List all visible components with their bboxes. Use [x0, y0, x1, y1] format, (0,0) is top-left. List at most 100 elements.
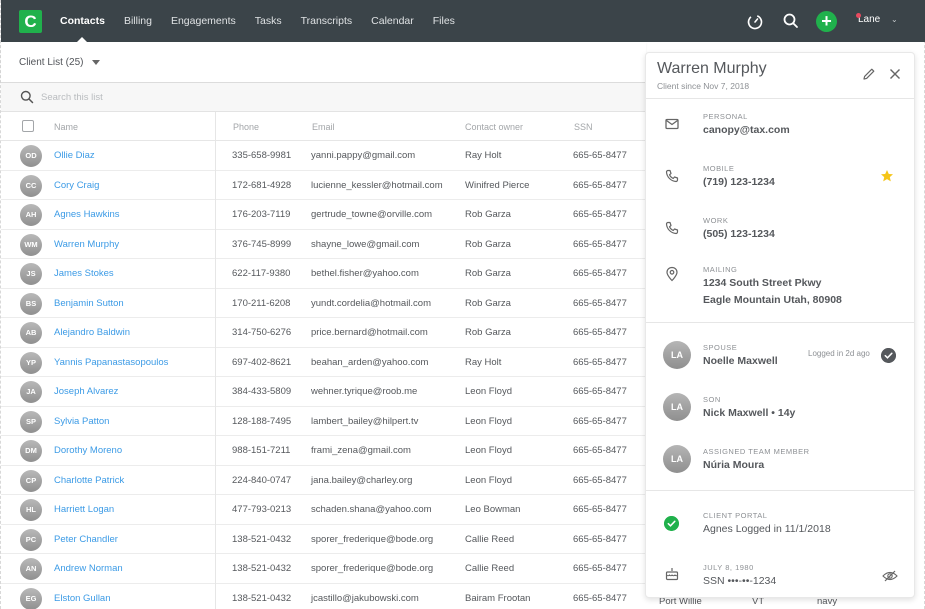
table-row[interactable]: CC Cory Craig 172-681-4928 lucienne_kessler…: [1, 171, 646, 200]
client-name-link[interactable]: James Stokes: [54, 268, 114, 279]
cell-phone: 128-188-7495: [232, 415, 292, 427]
top-navigation: C Contacts Billing Engagements Tasks Transcr…: [1, 0, 925, 42]
table-row[interactable]: EG Elston Gullan 138-521-0432 jcastillo@jak…: [1, 584, 646, 609]
column-header-phone[interactable]: Phone: [233, 122, 259, 132]
nav-tab-billing[interactable]: Billing: [124, 0, 152, 42]
avatar: OD: [20, 145, 42, 167]
table-row[interactable]: CP Charlotte Patrick 224-840-0747 jana.bail…: [1, 466, 646, 495]
avatar: WM: [20, 233, 42, 256]
cell-phone: 384-433-5809: [232, 386, 292, 397]
avatar: JA: [20, 381, 42, 403]
select-all-checkbox[interactable]: [22, 120, 34, 132]
cell-email: lambert_bailey@hilpert.tv: [311, 415, 419, 427]
pencil-icon[interactable]: [862, 67, 876, 81]
panel-header: Warren Murphy Client since Nov 7, 2018: [646, 53, 914, 99]
list-header: Client List (25): [1, 42, 646, 83]
cell-ssn: 665-65-8477: [573, 533, 627, 545]
client-name-link[interactable]: Alejandro Baldwin: [54, 327, 130, 338]
client-name-link[interactable]: Dorothy Moreno: [54, 445, 122, 456]
cell-contact-owner: Bairam Frootan: [465, 592, 531, 604]
client-name-link[interactable]: Peter Chandler: [54, 534, 118, 545]
nav-tab-tasks[interactable]: Tasks: [255, 0, 282, 42]
avatar: AN: [20, 558, 42, 580]
table-row[interactable]: YP Yannis Papanastasopoulos 697-402-8621 be…: [1, 348, 646, 377]
table-row[interactable]: JA Joseph Alvarez 384-433-5809 wehner.tyriq…: [1, 377, 646, 407]
cell-ssn: 665-65-8477: [573, 563, 627, 574]
avatar: HL: [20, 499, 42, 521]
cell-contact-owner: Leon Floyd: [465, 445, 513, 456]
star-icon[interactable]: [880, 169, 894, 183]
contact-info-section: PERSONAL canopy@tax.com MOBILE (719) 123…: [646, 99, 914, 323]
table-row[interactable]: AB Alejandro Baldwin 314-750-6276 price.ber…: [1, 318, 646, 348]
avatar: LA: [663, 393, 691, 421]
client-list-dropdown[interactable]: Client List (25): [19, 57, 101, 68]
client-name-link[interactable]: Warren Murphy: [54, 239, 119, 250]
cell-contact-owner: Leon Floyd: [465, 474, 513, 486]
user-name: Lane: [858, 14, 881, 25]
nav-tab-files[interactable]: Files: [433, 0, 455, 42]
cell-phone: 314-750-6276: [232, 327, 292, 338]
plus-icon: +: [821, 11, 832, 31]
client-name-link[interactable]: Yannis Papanastasopoulos: [54, 357, 168, 368]
cell-email: price.bernard@hotmail.com: [311, 327, 428, 338]
client-since: Client since Nov 7, 2018: [657, 81, 750, 91]
client-name-link[interactable]: Ollie Diaz: [54, 150, 95, 161]
client-name-link[interactable]: Sylvia Patton: [54, 416, 109, 427]
user-menu[interactable]: Lane ⌄: [856, 13, 898, 25]
table-row[interactable]: PC Peter Chandler 138-521-0432 sporer_frede…: [1, 525, 646, 554]
cell-ssn: 665-65-8477: [573, 445, 627, 456]
client-name-link[interactable]: Harriett Logan: [54, 504, 114, 515]
client-name-link[interactable]: Andrew Norman: [54, 563, 123, 574]
table-row[interactable]: WM Warren Murphy 376-745-8999 shayne_lowe@g…: [1, 230, 646, 259]
cell-phone: 138-521-0432: [232, 533, 292, 545]
cell-contact-owner: Rob Garza: [465, 297, 511, 309]
cell-contact-owner: Rob Garza: [465, 327, 511, 338]
client-name-link[interactable]: Charlotte Patrick: [54, 475, 124, 486]
table-row[interactable]: AH Agnes Hawkins 176-203-7119 gertrude_town…: [1, 200, 646, 230]
stopwatch-icon[interactable]: [746, 12, 764, 30]
cell-phone: 477-793-0213: [232, 504, 292, 515]
search-input[interactable]: [41, 89, 441, 106]
client-name-link[interactable]: Benjamin Sutton: [54, 298, 124, 309]
table-row[interactable]: HL Harriett Logan 477-793-0213 schaden.shan…: [1, 495, 646, 525]
nav-tab-contacts[interactable]: Contacts: [60, 0, 105, 42]
table-row[interactable]: BS Benjamin Sutton 170-211-6208 yundt.corde…: [1, 289, 646, 318]
cell-ssn: 665-65-8477: [573, 327, 627, 338]
table-row[interactable]: OD Ollie Diaz 335-658-9981 yanni.pappy@gmai…: [1, 141, 646, 171]
cell-phone: 176-203-7119: [232, 209, 291, 220]
column-header-email[interactable]: Email: [312, 122, 335, 132]
nav-tab-calendar[interactable]: Calendar: [371, 0, 414, 42]
cell-contact-owner: Rob Garza: [465, 209, 511, 220]
column-header-owner[interactable]: Contact owner: [465, 122, 523, 132]
close-icon[interactable]: [888, 67, 902, 81]
nav-tab-transcripts[interactable]: Transcripts: [301, 0, 353, 42]
add-button[interactable]: +: [816, 11, 837, 32]
column-header-ssn[interactable]: SSN: [574, 122, 593, 132]
envelope-icon: [665, 118, 679, 130]
cell-ssn: 665-65-8477: [573, 386, 627, 397]
table-row[interactable]: SP Sylvia Patton 128-188-7495 lambert_baile…: [1, 407, 646, 436]
eye-slash-icon[interactable]: [882, 570, 898, 582]
client-name-link[interactable]: Agnes Hawkins: [54, 209, 119, 220]
app-logo[interactable]: C: [19, 10, 42, 33]
client-name-link[interactable]: Cory Craig: [54, 180, 99, 191]
cell-email: gertrude_towne@orville.com: [311, 209, 433, 220]
cell-ssn: 665-65-8477: [573, 415, 627, 427]
cell-contact-owner: Ray Holt: [465, 150, 502, 161]
table-row[interactable]: DM Dorothy Moreno 988-151-7211 frami_zena@g…: [1, 436, 646, 466]
table-row[interactable]: JS James Stokes 622-117-9380 bethel.fisher@…: [1, 259, 646, 289]
nav-tab-engagements[interactable]: Engagements: [171, 0, 236, 42]
column-divider: [215, 112, 216, 609]
cell-email: frami_zena@gmail.com: [311, 445, 411, 456]
cell-phone: 170-211-6208: [232, 297, 291, 309]
client-name-link[interactable]: Elston Gullan: [54, 593, 111, 604]
table-row[interactable]: AN Andrew Norman 138-521-0432 sporer_freder…: [1, 554, 646, 584]
cell-ssn: 665-65-8477: [573, 209, 627, 220]
client-name-link[interactable]: Joseph Alvarez: [54, 386, 118, 397]
cell-phone: 376-745-8999: [232, 238, 292, 250]
column-header-name[interactable]: Name: [54, 122, 78, 132]
avatar: EG: [20, 587, 42, 609]
cell-phone: 224-840-0747: [232, 474, 292, 486]
caret-down-icon: [92, 59, 101, 65]
search-icon[interactable]: [782, 12, 800, 30]
